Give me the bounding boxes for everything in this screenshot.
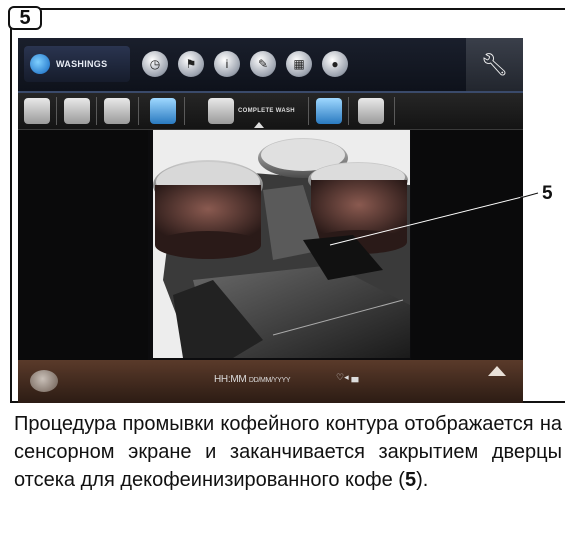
separator bbox=[56, 97, 57, 125]
home-icon[interactable] bbox=[30, 370, 58, 392]
dimmed-left-panel bbox=[18, 130, 148, 360]
pencil-icon[interactable]: ✎ bbox=[250, 51, 276, 77]
callout-number: 5 bbox=[542, 183, 553, 204]
screen-top-bar: WASHINGS ◷ ⚑ i ✎ ▦ ● 🔧︎ bbox=[18, 38, 523, 93]
wash-options-bar: COMPLETE WASH bbox=[18, 93, 523, 130]
screen-bottom-bar: HH:MM DD/MM/YYYY ♡◂ ▄ bbox=[18, 360, 523, 403]
glass-icon[interactable] bbox=[150, 98, 176, 124]
step-number-badge: 5 bbox=[8, 6, 42, 30]
cup-icon[interactable] bbox=[64, 98, 90, 124]
date-time-display: HH:MM DD/MM/YYYY bbox=[214, 374, 291, 385]
touch-screen: WASHINGS ◷ ⚑ i ✎ ▦ ● 🔧︎ COMPLETE WASH HH… bbox=[18, 38, 523, 403]
user-icon[interactable]: ● bbox=[322, 51, 348, 77]
complete-wash-option[interactable]: COMPLETE WASH bbox=[208, 97, 295, 125]
complete-wash-icon bbox=[208, 98, 234, 124]
separator bbox=[348, 97, 349, 125]
separator bbox=[394, 97, 395, 125]
dimmed-right-panel bbox=[411, 130, 523, 360]
info-icon[interactable]: i bbox=[214, 51, 240, 77]
clock-icon[interactable]: ◷ bbox=[142, 51, 168, 77]
caption-text: Процедура промывки кофейного контура ото… bbox=[14, 410, 562, 494]
separator bbox=[96, 97, 97, 125]
scroll-up-icon[interactable] bbox=[488, 366, 506, 376]
caption-body: Процедура промывки кофейного контура ото… bbox=[14, 413, 562, 491]
cup-wash-icon[interactable] bbox=[24, 98, 50, 124]
milk-icon[interactable] bbox=[104, 98, 130, 124]
separator bbox=[138, 97, 139, 125]
wrench-icon[interactable]: 🔧︎ bbox=[466, 38, 523, 91]
water-drop-icon bbox=[30, 54, 50, 74]
glass-icon[interactable] bbox=[316, 98, 342, 124]
active-tab-indicator bbox=[254, 122, 264, 128]
calendar-icon[interactable]: ▦ bbox=[286, 51, 312, 77]
complete-wash-label: COMPLETE WASH bbox=[238, 108, 295, 114]
date-text: DD/MM/YYYY bbox=[248, 377, 291, 384]
machine-photo bbox=[153, 130, 410, 358]
separator bbox=[184, 97, 185, 125]
decaf-cup-icon[interactable] bbox=[358, 98, 384, 124]
washings-tab[interactable]: WASHINGS bbox=[24, 46, 130, 82]
caption-reference: 5 bbox=[404, 469, 417, 491]
status-icons: ♡◂ ▄ bbox=[336, 373, 359, 383]
washings-label: WASHINGS bbox=[56, 59, 108, 69]
time-text: HH:MM bbox=[214, 374, 247, 385]
flag-icon[interactable]: ⚑ bbox=[178, 51, 204, 77]
caption-end: ). bbox=[416, 469, 429, 491]
separator bbox=[308, 97, 309, 125]
